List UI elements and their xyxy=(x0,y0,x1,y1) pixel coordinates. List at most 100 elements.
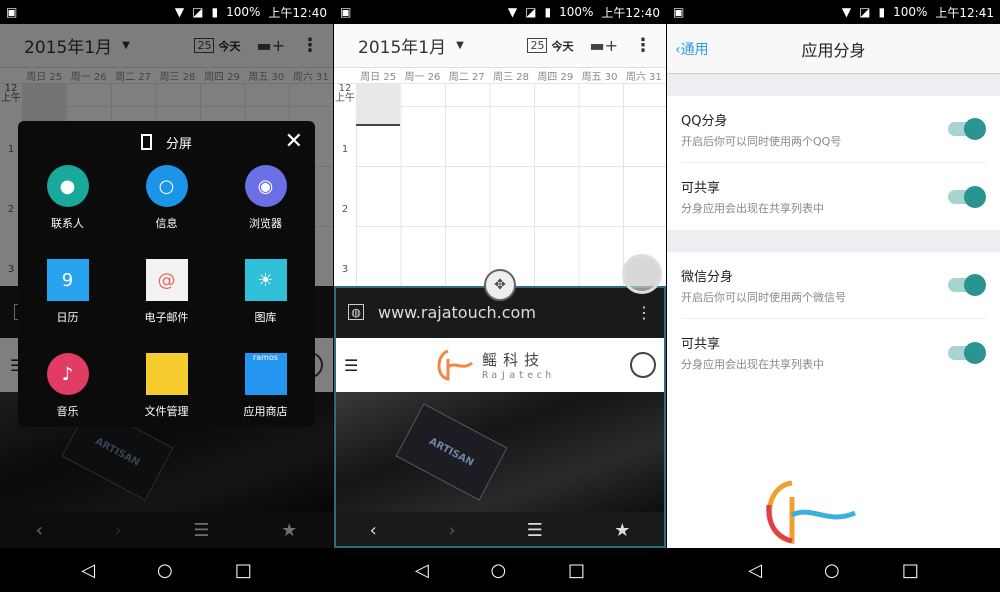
contacts-icon: ● xyxy=(46,165,89,207)
row-title: 微信分身 xyxy=(681,269,734,285)
hero-image: ARTISAN xyxy=(334,392,666,512)
site-header: ☰ 鳐科技Rajatech xyxy=(334,338,666,392)
calendar-toolbar: 2015年1月 ▼ 25 今天 ▬+ ⋮ xyxy=(334,24,666,68)
nav-bar: ◁ ○ □ xyxy=(667,548,1000,592)
music-icon: ♪ xyxy=(46,353,89,395)
day-label[interactable]: 周一 26 xyxy=(400,68,444,83)
tabs-icon[interactable]: ☰ xyxy=(527,520,543,541)
settings-group: QQ分身开启后你可以同时使用两个QQ号可共享 分身应用会出现在共享列表中 xyxy=(667,96,1000,230)
split-screen-menu: 分屏 ✕ ● 联系人 ○ 信息 ◉ 浏览器 9 日历 @ 电子邮件 ☀ 图库 ♪ 音乐 文件管理 ramos 应… xyxy=(18,121,315,427)
app-email[interactable]: @ 电子邮件 xyxy=(117,259,216,339)
settings-row[interactable]: 可共享 分身应用会出现在共享列表中 xyxy=(681,319,986,386)
back-icon[interactable]: ‹ xyxy=(370,520,377,541)
app-contacts[interactable]: ● 联系人 xyxy=(18,165,117,245)
toggle-switch[interactable] xyxy=(948,185,986,208)
hamburger-menu-icon[interactable]: ☰ xyxy=(344,356,358,375)
split-menu-title: 分屏 xyxy=(165,136,192,152)
recents-nav-icon[interactable]: □ xyxy=(902,560,919,581)
section-gap xyxy=(667,230,1000,252)
battery-icon: ▮ xyxy=(878,5,886,19)
recents-nav-icon[interactable]: □ xyxy=(568,560,585,581)
toggle-switch[interactable] xyxy=(948,341,986,364)
back-nav-icon[interactable]: ◁ xyxy=(81,560,95,581)
row-subtitle: 开启后你可以同时使用两个QQ号 xyxy=(681,134,842,148)
rajatech-logo[interactable]: 鳐科技Rajatech xyxy=(434,347,554,383)
calendar-app: 2015年1月 ▼ 25 今天 ▬+ ⋮ 周日 25 周一 26 周二 27 周… xyxy=(334,24,666,286)
split-screen-icon xyxy=(140,134,152,150)
row-text: 微信分身开启后你可以同时使用两个微信号 xyxy=(681,266,948,305)
day-label[interactable]: 周二 27 xyxy=(445,68,489,83)
app-label: 联系人 xyxy=(51,217,84,230)
app-store[interactable]: ramos 应用商店 xyxy=(216,353,315,433)
battery-icon: ▮ xyxy=(544,5,552,19)
back-nav-icon[interactable]: ◁ xyxy=(415,560,429,581)
day-label[interactable]: 周三 28 xyxy=(489,68,533,83)
close-icon[interactable]: ✕ xyxy=(285,129,303,154)
row-text: 可共享 分身应用会出现在共享列表中 xyxy=(681,177,948,216)
no-sim-icon: ◪ xyxy=(192,5,204,19)
app-browser[interactable]: ◉ 浏览器 xyxy=(216,165,315,245)
day-label[interactable]: 周日 25 xyxy=(356,68,400,83)
logo-text-cn: 鳐科技 xyxy=(482,351,546,369)
more-menu-icon[interactable]: ⋮ xyxy=(634,35,652,56)
week-day-header: 周日 25 周一 26 周二 27 周三 28 周四 29 周五 30 周六 3… xyxy=(334,68,666,84)
toggle-switch[interactable] xyxy=(948,118,986,140)
back-nav-icon[interactable]: ◁ xyxy=(748,560,762,581)
no-sim-icon: ◪ xyxy=(859,5,871,19)
store-icon: ramos xyxy=(244,353,287,395)
clock: 上午12:40 xyxy=(268,5,327,20)
calendar-grid[interactable] xyxy=(356,84,666,286)
floating-split-button[interactable] xyxy=(622,254,662,294)
row-title: QQ分身 xyxy=(681,113,728,129)
browser-icon: ◉ xyxy=(244,165,287,207)
hour-label: 1 xyxy=(341,144,349,155)
app-calendar[interactable]: 9 日历 xyxy=(18,259,117,339)
row-title: 可共享 xyxy=(681,181,721,196)
calendar-today-icon[interactable]: 25 xyxy=(527,38,548,53)
figure-icon[interactable] xyxy=(629,352,656,378)
app-folder[interactable]: 文件管理 xyxy=(117,353,216,433)
status-bar: ▣ ▼ ◪ ▮ 100% 上午12:41 xyxy=(667,0,1000,24)
recents-nav-icon[interactable]: □ xyxy=(235,560,252,581)
url-field[interactable]: www.rajatouch.com xyxy=(378,303,536,322)
settings-row[interactable]: 可共享 分身应用会出现在共享列表中 xyxy=(681,163,986,230)
row-subtitle: 开启后你可以同时使用两个微信号 xyxy=(681,290,846,304)
month-selector[interactable]: 2015年1月 xyxy=(358,33,446,58)
clock: 上午12:41 xyxy=(935,5,994,20)
app-gallery[interactable]: ☀ 图库 xyxy=(216,259,315,339)
app-music[interactable]: ♪ 音乐 xyxy=(18,353,117,433)
settings-row[interactable]: QQ分身开启后你可以同时使用两个QQ号 xyxy=(681,96,986,163)
day-label[interactable]: 周四 29 xyxy=(533,68,577,83)
app-label: 浏览器 xyxy=(249,217,282,230)
split-divider-handle[interactable]: ✥ xyxy=(484,269,516,301)
browser-menu-icon[interactable]: ⋮ xyxy=(636,303,652,322)
calendar-icon: 9 xyxy=(46,259,89,301)
app-messages[interactable]: ○ 信息 xyxy=(117,165,216,245)
rajatech-watermark-icon xyxy=(766,480,856,544)
back-button[interactable]: ‹通用 xyxy=(675,39,709,59)
app-label: 日历 xyxy=(56,311,79,324)
day-label[interactable]: 周六 31 xyxy=(622,68,666,83)
nav-bar: ◁ ○ □ xyxy=(334,548,666,592)
settings-group: 微信分身开启后你可以同时使用两个微信号可共享 分身应用会出现在共享列表中 xyxy=(667,252,1000,386)
logo-mark-icon xyxy=(437,349,474,381)
app-label: 应用商店 xyxy=(243,405,288,418)
home-nav-icon[interactable]: ○ xyxy=(491,560,507,581)
home-nav-icon[interactable]: ○ xyxy=(824,560,840,581)
store-badge: ramos xyxy=(252,353,279,362)
app-label: 音乐 xyxy=(56,405,79,418)
row-text: 可共享 分身应用会出现在共享列表中 xyxy=(681,333,948,372)
dropdown-arrow-icon[interactable]: ▼ xyxy=(456,40,464,51)
gallery-icon: ☀ xyxy=(244,259,287,301)
hour-label: 2 xyxy=(341,204,349,215)
day-label[interactable]: 周五 30 xyxy=(577,68,621,83)
home-nav-icon[interactable]: ○ xyxy=(157,560,173,581)
forward-icon[interactable]: › xyxy=(448,520,455,541)
notification-icon: ▣ xyxy=(6,5,18,19)
bookmark-icon[interactable]: ★ xyxy=(614,520,630,541)
add-event-icon[interactable]: ▬+ xyxy=(589,36,618,55)
today-button[interactable]: 今天 xyxy=(551,38,573,54)
row-subtitle: 分身应用会出现在共享列表中 xyxy=(681,358,824,371)
settings-row[interactable]: 微信分身开启后你可以同时使用两个微信号 xyxy=(681,252,986,319)
toggle-switch[interactable] xyxy=(948,274,986,296)
